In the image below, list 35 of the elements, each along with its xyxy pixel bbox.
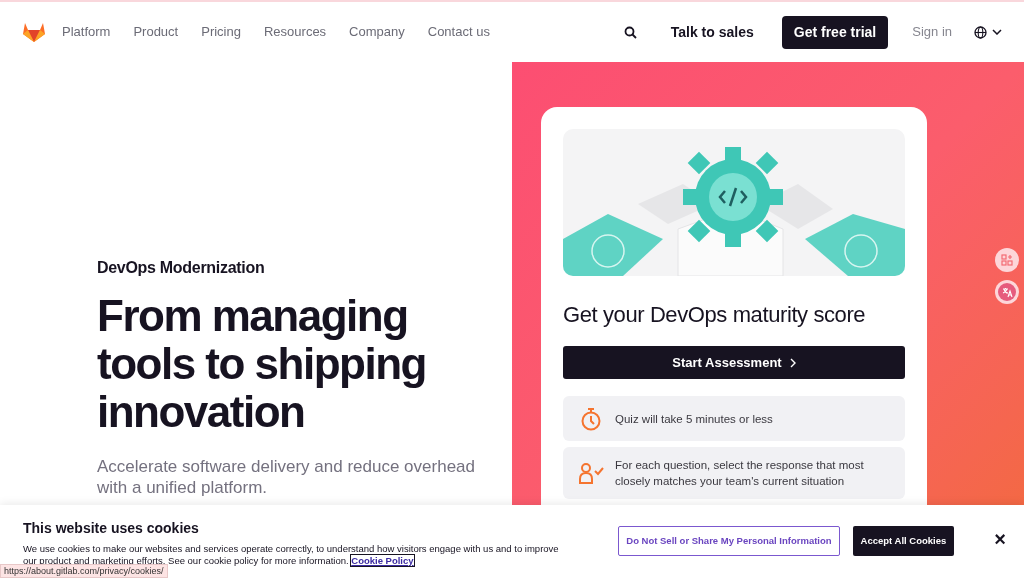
hero-headline: From managing tools to shipping innovation (97, 292, 427, 436)
accept-cookies-button[interactable]: Accept All Cookies (852, 526, 955, 556)
card-title: Get your DevOps maturity score (563, 301, 867, 329)
cookie-policy-link[interactable]: Cookie Policy (351, 555, 414, 566)
free-trial-button[interactable]: Get free trial (781, 15, 889, 49)
eyebrow-text: DevOps Modernization (97, 258, 266, 278)
info-text: Quiz will take 5 minutes or less (615, 411, 773, 427)
nav-link[interactable]: Product (133, 22, 179, 42)
nav-link[interactable]: Company (349, 22, 405, 42)
start-assessment-button[interactable]: Start Assessment (563, 346, 905, 379)
sign-in-link[interactable]: Sign in (912, 22, 952, 42)
nav-link[interactable]: Contact us (427, 22, 490, 42)
search-icon[interactable] (623, 25, 637, 39)
talk-to-sales-link[interactable]: Talk to sales (670, 21, 754, 43)
apps-float-button[interactable] (995, 248, 1019, 272)
caret-icon (992, 29, 1002, 35)
nav-link[interactable]: Resources (263, 22, 327, 42)
nav-link[interactable]: Platform (62, 22, 111, 42)
translate-float-button[interactable] (995, 280, 1019, 304)
close-button[interactable]: × (994, 529, 1006, 549)
nav-link[interactable]: Pricing (201, 22, 241, 42)
apps-icon (1001, 254, 1013, 266)
status-url-tooltip: https://about.gitlab.com/privacy/cookies/ (0, 564, 168, 578)
hero-subtext: Accelerate software delivery and reduce overhead with a unified platform. (97, 456, 476, 498)
translate-icon (1001, 286, 1013, 298)
cookie-banner-title: This website uses cookies (23, 519, 200, 538)
timer-icon (580, 406, 602, 431)
do-not-sell-button[interactable]: Do Not Sell or Share My Personal Information (618, 526, 840, 556)
person-check-icon (578, 462, 604, 484)
globe-icon (974, 25, 987, 39)
chevron-right-icon (789, 357, 796, 368)
info-text: For each question, select the response that most closely matches your team's current situation (615, 458, 865, 489)
cookie-banner-text: We use cookies to make our websites and services operate correctly, to understand how visitors engage with us and to improve our product and marketing efforts. See our cookie policy for more information. Cookie Policy (23, 543, 560, 567)
language-selector[interactable] (974, 25, 1002, 39)
logo-icon[interactable] (22, 21, 46, 43)
